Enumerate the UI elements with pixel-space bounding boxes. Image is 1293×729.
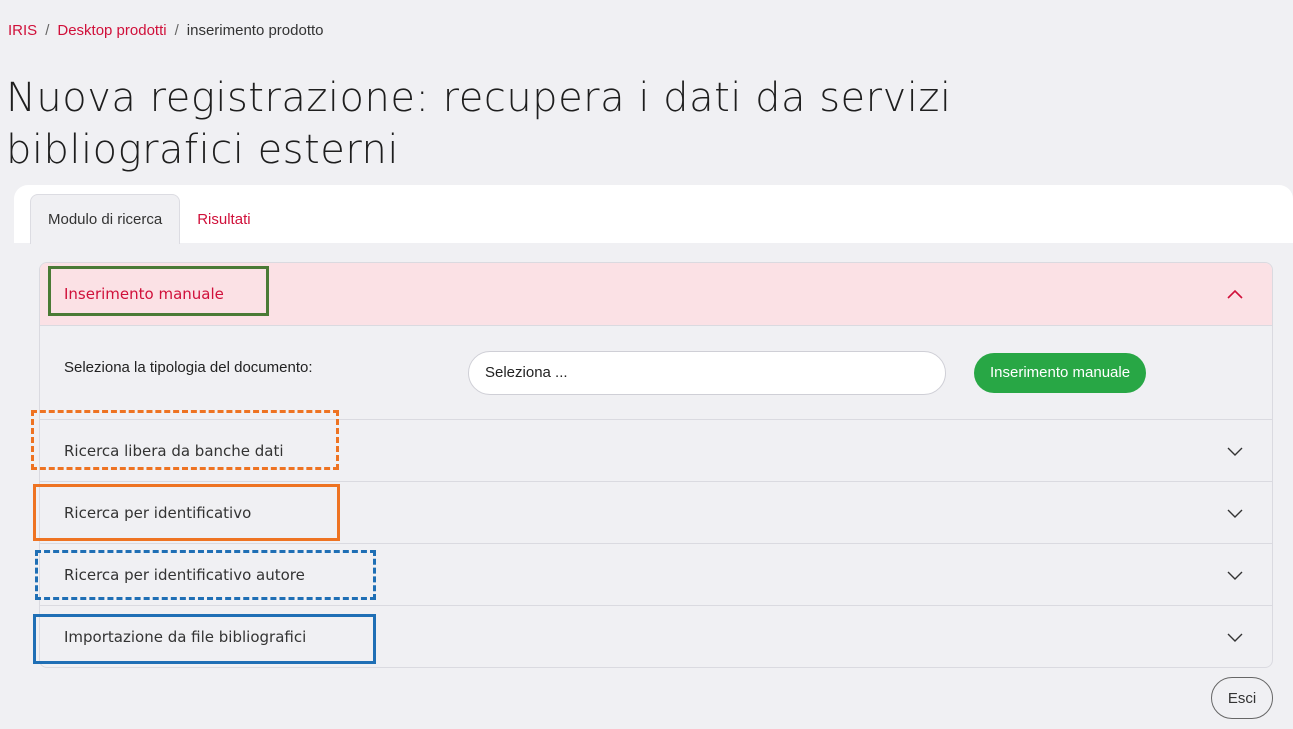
chevron-down-icon (1226, 442, 1244, 460)
breadcrumb-link-desktop-prodotti[interactable]: Desktop prodotti (57, 22, 166, 39)
breadcrumb-separator: / (174, 22, 179, 39)
accordion-title: Ricerca per identificativo autore (64, 565, 305, 584)
page-title: Nuova registrazione: recupera i dati da … (6, 75, 952, 173)
tab-bar: Modulo di ricerca Risultati (30, 194, 268, 244)
accordion-title: Inserimento manuale (64, 285, 224, 303)
breadcrumb: IRIS / Desktop prodotti / inserimento pr… (8, 22, 324, 39)
tab-modulo-di-ricerca[interactable]: Modulo di ricerca (30, 194, 181, 244)
select-value: Seleziona ... (485, 364, 568, 381)
manual-insert-button[interactable]: Inserimento manuale (974, 352, 1147, 393)
breadcrumb-separator: / (45, 22, 50, 39)
accordion-header-ricerca-per-identificativo-autore[interactable]: Ricerca per identificativo autore (40, 543, 1272, 605)
document-type-label: Seleziona la tipologia del documento: (64, 359, 313, 376)
exit-button[interactable]: Esci (1211, 677, 1273, 719)
chevron-down-icon (1226, 566, 1244, 584)
accordion-body-inserimento-manuale: Seleziona la tipologia del documento: Se… (40, 325, 1272, 419)
accordion-header-importazione-file[interactable]: Importazione da file bibliografici (40, 605, 1272, 667)
tab-risultati[interactable]: Risultati (180, 194, 267, 244)
chevron-down-icon (1226, 504, 1244, 522)
breadcrumb-current: inserimento prodotto (186, 22, 324, 39)
document-type-select[interactable]: Seleziona ... (468, 350, 946, 395)
accordion-title: Importazione da file bibliografici (64, 627, 307, 646)
search-accordion: Inserimento manuale Seleziona la tipolog… (39, 262, 1273, 668)
accordion-title: Ricerca per identificativo (64, 503, 252, 522)
accordion-header-ricerca-per-identificativo[interactable]: Ricerca per identificativo (40, 481, 1272, 543)
accordion-title: Ricerca libera da banche dati (64, 441, 284, 460)
accordion-header-ricerca-libera[interactable]: Ricerca libera da banche dati (40, 419, 1272, 481)
breadcrumb-link-iris[interactable]: IRIS (8, 22, 37, 39)
chevron-up-icon (1226, 285, 1244, 303)
accordion-header-inserimento-manuale[interactable]: Inserimento manuale (40, 263, 1272, 325)
chevron-down-icon (1226, 628, 1244, 646)
